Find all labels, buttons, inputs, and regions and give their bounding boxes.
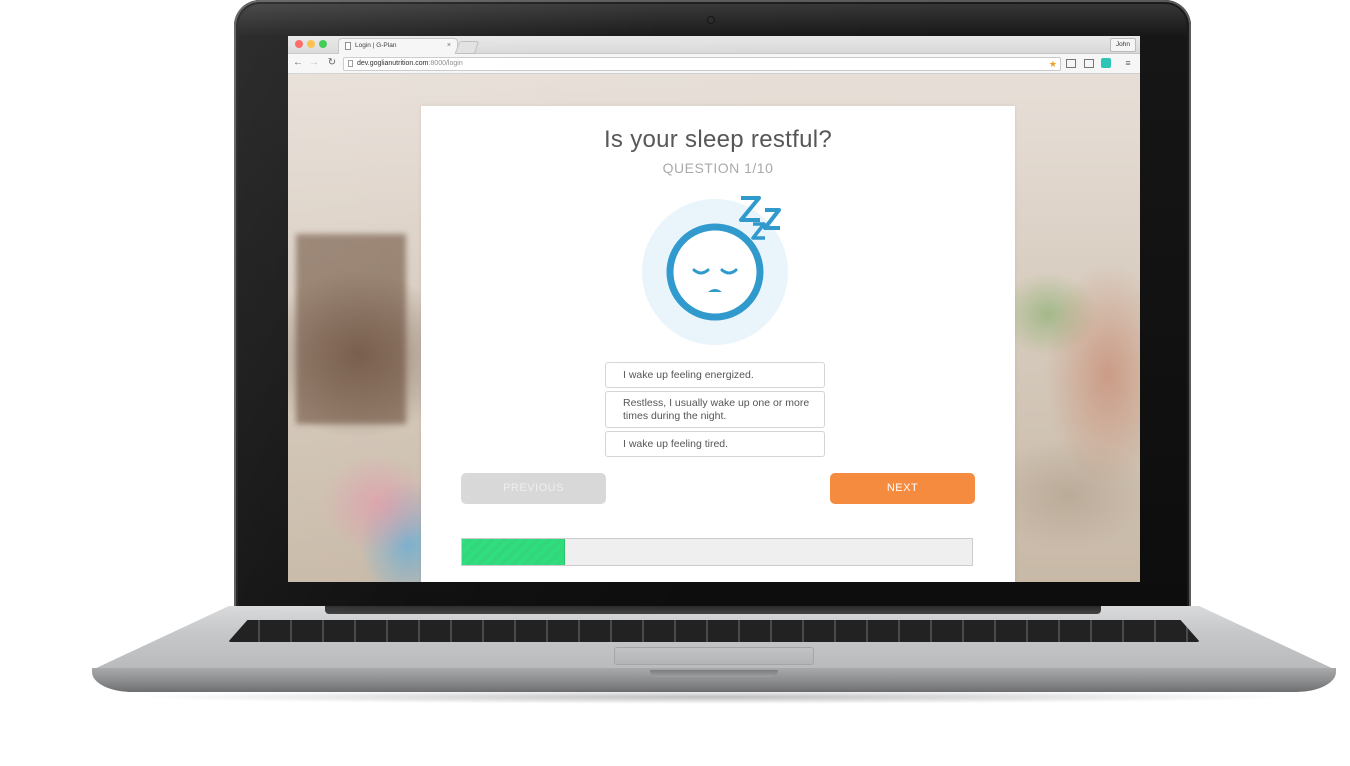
webcam <box>708 17 714 23</box>
answer-option-tired[interactable]: I wake up feeling tired. <box>605 431 825 457</box>
previous-button[interactable]: PREVIOUS <box>461 473 606 504</box>
close-window-button[interactable] <box>295 40 303 48</box>
url-text: dev.goglianutrition.com:8000/login <box>357 58 463 70</box>
quiz-card: Is your sleep restful? QUESTION 1/10 I w… <box>421 106 1015 582</box>
answer-option-restless[interactable]: Restless, I usually wake up one or more … <box>605 391 825 428</box>
browser-tab-strip: Login | G-Plan × John <box>288 36 1140 54</box>
url-host: dev.goglianutrition.com <box>357 60 429 67</box>
progress-bar-fill <box>462 539 565 565</box>
address-bar[interactable]: dev.goglianutrition.com:8000/login ★ <box>343 57 1061 71</box>
z-medium <box>763 208 781 230</box>
question-counter: QUESTION 1/10 <box>662 160 774 176</box>
tab-close-icon[interactable]: × <box>447 39 451 53</box>
reload-icon[interactable]: ↻ <box>326 57 338 69</box>
tab-title: Login | G-Plan <box>355 42 397 49</box>
bookmark-star-icon[interactable]: ★ <box>1049 58 1057 70</box>
page-background: Is your sleep restful? QUESTION 1/10 I w… <box>288 74 1140 582</box>
quiz-progress-bar <box>461 538 973 566</box>
page-icon <box>345 42 351 50</box>
extension-teal-icon[interactable] <box>1101 58 1111 68</box>
answer-option-energized[interactable]: I wake up feeling energized. <box>605 362 825 388</box>
next-button[interactable]: NEXT <box>830 473 975 504</box>
url-path: :8000/login <box>428 60 463 67</box>
back-arrow-icon[interactable]: ← <box>292 57 304 69</box>
sleeping-face-icon <box>642 196 788 345</box>
forward-arrow-icon[interactable]: → <box>308 57 320 69</box>
background-shelf <box>296 234 406 424</box>
face-outline <box>666 223 764 321</box>
laptop-screen: Login | G-Plan × John ← → ↻ dev.goglianu… <box>288 36 1140 582</box>
browser-toolbar: ← → ↻ dev.goglianutrition.com:8000/login… <box>288 54 1140 74</box>
question-title: Is your sleep restful? <box>603 126 833 153</box>
new-tab-button[interactable] <box>454 41 480 54</box>
extension-icon[interactable] <box>1084 59 1094 68</box>
laptop-keyboard <box>228 620 1200 642</box>
laptop-trackpad <box>614 647 814 665</box>
browser-tab[interactable]: Login | G-Plan × <box>338 38 458 54</box>
laptop-lid-notch <box>650 670 778 677</box>
laptop-shadow <box>130 690 1300 704</box>
profile-button[interactable]: John <box>1109 38 1136 52</box>
zoom-window-button[interactable] <box>319 40 327 48</box>
page-info-icon[interactable] <box>348 60 353 67</box>
minimize-window-button[interactable] <box>307 40 315 48</box>
cast-icon[interactable] <box>1066 59 1076 68</box>
laptop-hinge <box>325 606 1101 614</box>
browser-menu-icon[interactable]: ≡ <box>1123 58 1133 68</box>
